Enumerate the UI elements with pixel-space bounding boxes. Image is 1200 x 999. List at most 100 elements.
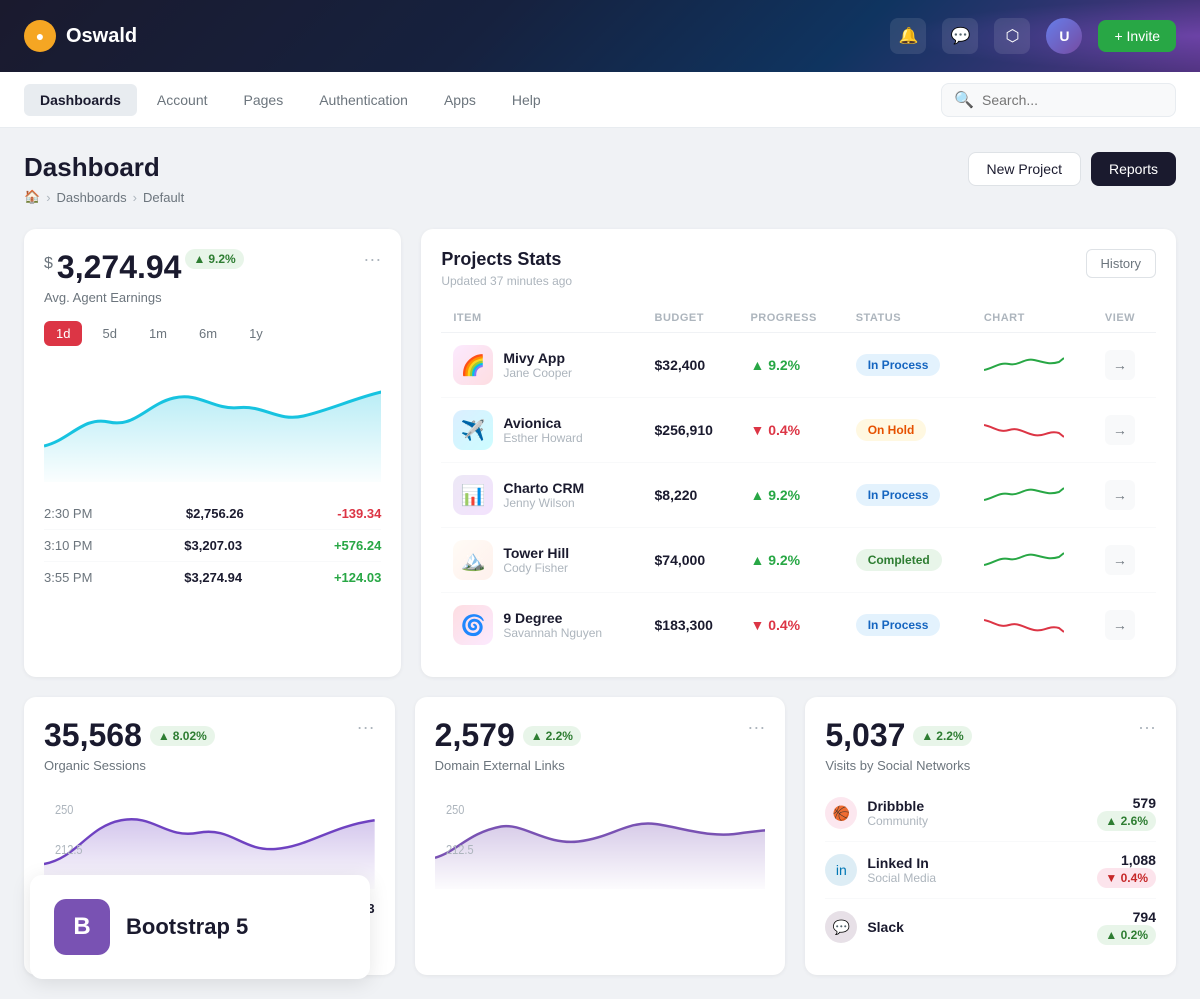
nav-item-dashboards[interactable]: Dashboards [24,84,137,116]
history-button[interactable]: History [1086,249,1156,278]
social-more-button[interactable]: ··· [1138,717,1156,738]
filter-5d[interactable]: 5d [90,321,128,346]
reports-button[interactable]: Reports [1091,152,1176,186]
social-label: Visits by Social Networks [825,758,971,773]
filter-1y[interactable]: 1y [237,321,275,346]
project-budget-0: $32,400 [643,333,739,398]
stat-time-2: 3:10 PM [44,538,92,553]
filter-6m[interactable]: 6m [187,321,229,346]
col-view: VIEW [1093,304,1156,333]
page-title-section: Dashboard 🏠 › Dashboards › Default [24,152,184,205]
bootstrap-icon: B [54,899,110,955]
col-chart: CHART [972,304,1093,333]
social-badge-1: ▼ 0.4% [1097,868,1156,888]
brand-name: Oswald [66,25,137,48]
project-item-4: 🌀 9 Degree Savannah Nguyen [441,593,642,658]
social-name-0: Dribbble [867,798,1097,814]
social-icon-2: 💬 [825,911,857,943]
project-progress-1: ▼ 0.4% [738,398,843,463]
search-icon: 🔍 [954,90,974,110]
earnings-header: $ 3,274.94 ▲ 9.2% Avg. Agent Earnings ··… [44,249,381,305]
project-view-1[interactable]: → [1093,398,1156,463]
social-count-2: 794 [1097,909,1156,925]
project-view-2[interactable]: → [1093,463,1156,528]
project-status-1: On Hold [844,398,972,463]
project-budget-1: $256,910 [643,398,739,463]
table-row: 🌀 9 Degree Savannah Nguyen $183,300 ▼ 0.… [441,593,1156,658]
earnings-card: $ 3,274.94 ▲ 9.2% Avg. Agent Earnings ··… [24,229,401,677]
new-project-button[interactable]: New Project [968,152,1081,186]
project-item-0: 🌈 Mivy App Jane Cooper [441,333,642,398]
search-box: 🔍 [941,83,1176,117]
social-badge-2: ▲ 0.2% [1097,925,1156,945]
page-actions: New Project Reports [968,152,1177,186]
brand: ● Oswald [24,20,137,52]
projects-updated: Updated 37 minutes ago [441,274,572,288]
page-title: Dashboard [24,152,184,183]
time-filters: 1d 5d 1m 6m 1y [44,321,381,346]
project-chart-2 [972,463,1093,528]
social-icon-1: in [825,854,857,886]
chat-icon[interactable]: 💬 [942,18,978,54]
project-progress-0: ▲ 9.2% [738,333,843,398]
projects-header: Projects Stats Updated 37 minutes ago Hi… [441,249,1156,288]
col-budget: BUDGET [643,304,739,333]
table-row: 🌈 Mivy App Jane Cooper $32,400 ▲ 9.2% In… [441,333,1156,398]
nav-item-authentication[interactable]: Authentication [303,84,424,116]
nav-item-help[interactable]: Help [496,84,557,116]
col-status: STATUS [844,304,972,333]
project-status-0: In Process [844,333,972,398]
breadcrumb: 🏠 › Dashboards › Default [24,189,184,205]
sessions-count: 35,568 ▲ 8.02% [44,717,215,754]
secondary-nav: Dashboards Account Pages Authentication … [0,72,1200,128]
table-header-row: ITEM BUDGET PROGRESS STATUS CHART VIEW [441,304,1156,333]
social-count-0: 579 [1097,795,1156,811]
project-status-2: In Process [844,463,972,528]
nav-item-pages[interactable]: Pages [228,84,300,116]
sessions-more-button[interactable]: ··· [357,717,375,738]
table-row: ✈️ Avionica Esther Howard $256,910 ▼ 0.4… [441,398,1156,463]
social-type-0: Community [867,814,1097,828]
notifications-icon[interactable]: 🔔 [890,18,926,54]
sessions-badge: ▲ 8.02% [150,726,215,746]
avatar[interactable]: U [1046,18,1082,54]
breadcrumb-default: Default [143,190,184,205]
project-view-3[interactable]: → [1093,528,1156,593]
projects-table: ITEM BUDGET PROGRESS STATUS CHART VIEW 🌈… [441,304,1156,657]
nav-item-apps[interactable]: Apps [428,84,492,116]
col-progress: PROGRESS [738,304,843,333]
project-status-4: In Process [844,593,972,658]
more-options-button[interactable]: ··· [363,249,381,270]
stat-change-2: +576.24 [334,538,381,553]
filter-1d[interactable]: 1d [44,321,82,346]
top-row: $ 3,274.94 ▲ 9.2% Avg. Agent Earnings ··… [24,229,1176,677]
col-item: ITEM [441,304,642,333]
svg-text:250: 250 [446,803,465,817]
bootstrap-promo: B Bootstrap 5 [30,875,370,979]
project-progress-3: ▲ 9.2% [738,528,843,593]
social-type-1: Social Media [867,871,1097,885]
nav-item-account[interactable]: Account [141,84,224,116]
social-row-slack: 💬 Slack 794 ▲ 0.2% [825,899,1156,955]
stat-amount-2: $3,207.03 [184,538,242,553]
stat-row-2: 3:10 PM $3,207.03 +576.24 [44,530,381,562]
project-budget-3: $74,000 [643,528,739,593]
topbar: ● Oswald 🔔 💬 ⬡ U + Invite [0,0,1200,72]
social-count: 5,037 ▲ 2.2% [825,717,971,754]
project-item-3: 🏔️ Tower Hill Cody Fisher [441,528,642,593]
stat-rows: 2:30 PM $2,756.26 -139.34 3:10 PM $3,207… [44,498,381,593]
project-status-3: Completed [844,528,972,593]
breadcrumb-dashboards[interactable]: Dashboards [57,190,127,205]
project-view-4[interactable]: → [1093,593,1156,658]
share-icon[interactable]: ⬡ [994,18,1030,54]
stat-change-3: +124.03 [334,570,381,585]
external-more-button[interactable]: ··· [747,717,765,738]
earnings-chart [44,362,381,482]
filter-1m[interactable]: 1m [137,321,179,346]
sessions-label: Organic Sessions [44,758,215,773]
project-progress-2: ▲ 9.2% [738,463,843,528]
project-view-0[interactable]: → [1093,333,1156,398]
invite-button[interactable]: + Invite [1098,20,1176,52]
search-input[interactable] [982,92,1163,108]
earnings-value: 3,274.94 [57,249,182,286]
